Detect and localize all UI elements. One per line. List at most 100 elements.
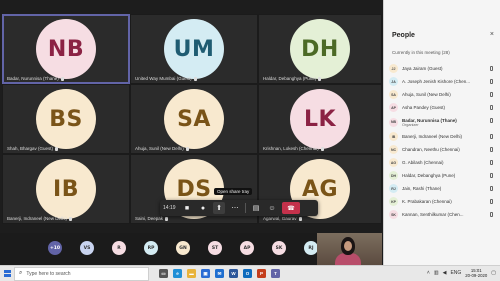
participant-row[interactable]: NC Chandran, Neethu (Chennai) — [389, 143, 499, 156]
mic-off-icon — [193, 76, 197, 81]
share-tray-icon[interactable]: ⬆ — [213, 202, 225, 214]
tile-name-text: Krishnan, Lokesh (Chennai) — [263, 146, 319, 151]
participant-name: Asha Pandey (Guest) — [402, 105, 446, 110]
call-duration: 14:19 — [163, 205, 176, 211]
video-tile[interactable]: IB Banerji, Indraneel (New Delhi) — [2, 154, 130, 224]
video-tile[interactable]: SA Ahuja, Sunil (New Delhi) — [130, 84, 258, 154]
search-icon: ⌕ — [19, 270, 23, 276]
participant-name: G. Abilash (Chennai) — [402, 160, 444, 165]
mic-off-icon — [490, 92, 493, 97]
hang-up-icon[interactable]: ☎ — [282, 202, 300, 214]
mic-off-icon — [490, 105, 493, 110]
edge-icon[interactable]: e — [173, 269, 182, 278]
participant-name: K. Prabakaran (Chennai) — [402, 199, 452, 204]
search-placeholder: Type here to search — [26, 270, 71, 277]
clock[interactable]: 15:01 20-09-2020 — [465, 268, 487, 278]
powerpoint-icon[interactable]: P — [257, 269, 266, 278]
people-section-header[interactable]: Currently in this meeting (28) — [392, 50, 450, 55]
tile-avatar: IB — [36, 159, 96, 219]
chat-icon[interactable]: ▤ — [250, 202, 262, 214]
taskbar-search-input[interactable]: ⌕ Type here to search — [14, 266, 149, 281]
participant-row[interactable]: JJ Jaya Jairam (Guest) — [389, 62, 499, 75]
participant-avatar: AG — [389, 158, 398, 167]
tile-name-text: United Way Mumbai (Guest) — [135, 76, 192, 81]
strip-avatar[interactable]: RJ — [304, 241, 318, 255]
participant-avatar: NB — [389, 117, 398, 127]
mic-off-icon — [490, 160, 493, 165]
word-icon[interactable]: W — [229, 269, 238, 278]
network-icon[interactable]: ▥ — [434, 270, 439, 276]
strip-avatar[interactable]: RP — [144, 241, 158, 255]
task-view-icon[interactable]: ▭ — [159, 269, 168, 278]
volume-icon[interactable]: ◀ — [443, 270, 447, 276]
system-tray: ˄ ▥ ◀ ENG 15:01 20-09-2020 ▢ — [427, 265, 496, 281]
teams-icon[interactable]: T — [271, 269, 280, 278]
participant-name: Ahuja, Sunil (New Delhi) — [402, 92, 451, 97]
strip-avatar[interactable]: GN — [176, 241, 190, 255]
tile-avatar: UM — [164, 19, 224, 79]
participant-row[interactable]: IB Banerji, Indraneel (New Delhi) — [389, 130, 499, 143]
participant-role: Organizer — [402, 122, 419, 127]
tile-name-text: Saini, Deepak — [135, 216, 164, 221]
participant-row[interactable]: NB Badar, Nurunnisa (Thane) Organizer — [389, 114, 499, 130]
share-tray-tooltip: Open share tray — [214, 188, 253, 195]
mic-icon[interactable]: ● — [197, 202, 209, 214]
tile-name-label: Banerji, Indraneel (New Delhi) — [7, 216, 73, 221]
meeting-stage: NB Badar, Nurunnisa (Thane) UM United Way M… — [0, 0, 383, 233]
self-video-face — [344, 241, 352, 251]
video-tile[interactable]: BS Shah, Bhargav (Guest) — [2, 84, 130, 154]
participant-avatar: KP — [389, 197, 398, 206]
tile-name-text: Ahuja, Sunil (New Delhi) — [135, 146, 184, 151]
participant-row[interactable]: AG G. Abilash (Chennai) — [389, 156, 499, 169]
video-tile[interactable]: DH Haldar, Debanghya (Pune) — [258, 14, 382, 84]
mic-off-icon — [490, 147, 493, 152]
video-tile[interactable]: NB Badar, Nurunnisa (Thane) — [2, 14, 130, 84]
participant-row[interactable]: KP K. Prabakaran (Chennai) — [389, 195, 499, 208]
participant-name: Banerji, Indraneel (New Delhi) — [402, 134, 463, 139]
strip-avatar[interactable]: SK — [272, 241, 286, 255]
participants-icon[interactable]: ☺ — [266, 202, 278, 214]
more-options-icon[interactable]: ⋯ — [229, 202, 241, 214]
more-participants-button[interactable]: +10 — [48, 241, 62, 255]
strip-avatar[interactable]: R — [112, 241, 126, 255]
video-icon[interactable]: ■ — [181, 202, 193, 214]
participant-avatar: JJ — [389, 64, 398, 73]
language-indicator[interactable]: ENG — [450, 270, 461, 276]
outlook-icon[interactable]: O — [243, 269, 252, 278]
close-icon[interactable]: × — [490, 31, 494, 38]
tile-name-text: Banerji, Indraneel (New Delhi) — [7, 216, 68, 221]
tile-name-label: Badar, Nurunnisa (Thane) — [7, 76, 64, 81]
self-video-preview[interactable] — [317, 233, 382, 266]
windows-taskbar: ⌕ Type here to search ▭ e ▬ ▣ ✉ W O P T — [0, 265, 500, 281]
tile-name-label: Ahuja, Sunil (New Delhi) — [135, 146, 189, 151]
mail-icon[interactable]: ✉ — [215, 269, 224, 278]
strip-avatar[interactable]: VS — [80, 241, 94, 255]
tile-avatar: NB — [36, 19, 96, 79]
participant-row[interactable]: RJ Jain, Rashi (Thane) — [389, 182, 499, 195]
participant-avatar: SK — [389, 210, 398, 219]
video-tile[interactable]: LK Krishnan, Lokesh (Chennai) — [258, 84, 382, 154]
file-explorer-icon[interactable]: ▬ — [187, 269, 196, 278]
strip-avatar[interactable]: AP — [240, 241, 254, 255]
participant-row[interactable]: JA A. Joseph Jenish Kishore (Chen... — [389, 75, 499, 88]
notifications-icon[interactable]: ▢ — [491, 270, 496, 276]
participant-avatar: DH — [389, 171, 398, 180]
tile-name-text: Shah, Bhargav (Guest) — [7, 146, 54, 151]
store-icon[interactable]: ▣ — [201, 269, 210, 278]
participant-name: Jain, Rashi (Thane) — [402, 186, 442, 191]
participant-row[interactable]: SK Kannan, Senthilkumar (Chen... — [389, 208, 499, 221]
people-panel-title: People — [392, 32, 415, 39]
mic-off-icon — [185, 146, 189, 151]
participant-name: Haldar, Debanghya (Pune) — [402, 173, 456, 178]
participant-row[interactable]: SA Ahuja, Sunil (New Delhi) — [389, 88, 499, 101]
start-button[interactable] — [0, 266, 14, 281]
mic-off-icon — [55, 146, 59, 151]
mic-off-icon — [60, 76, 64, 81]
chevron-up-icon[interactable]: ˄ — [427, 270, 430, 276]
strip-avatar[interactable]: ST — [208, 241, 222, 255]
video-tile[interactable]: UM United Way Mumbai (Guest) — [130, 14, 258, 84]
participant-row[interactable]: DH Haldar, Debanghya (Pune) — [389, 169, 499, 182]
participant-name: Chandran, Neethu (Chennai) — [402, 147, 460, 152]
participant-name-block: Badar, Nurunnisa (Thane) Organizer — [402, 118, 457, 127]
participant-row[interactable]: AP Asha Pandey (Guest) — [389, 101, 499, 114]
